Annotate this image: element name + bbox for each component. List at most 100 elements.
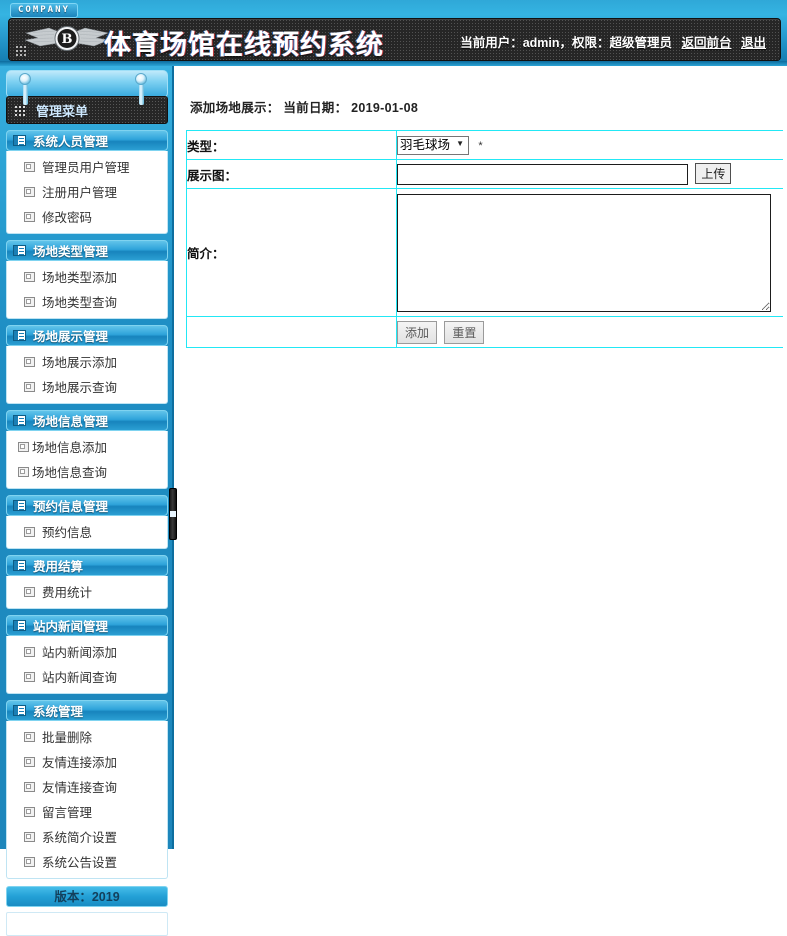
menu-groups: 系统人员管理管理员用户管理 注册用户管理修改密码场地类型管理场地类型添加 场地类型查… (6, 130, 168, 879)
logout-link[interactable]: 退出 (741, 36, 766, 50)
menu-group-items: 预约信息 (6, 516, 168, 549)
sidebar-item-label: 友情连接添加 (42, 756, 118, 770)
rivet-right-icon (135, 73, 147, 105)
sidebar-item[interactable]: 批量删除 (7, 724, 167, 749)
menu-group-header-0[interactable]: 系统人员管理 (6, 130, 168, 151)
menu-topbar (6, 70, 168, 105)
type-field-cell: 羽毛球场 * (396, 130, 783, 160)
sidebar-item-label: 站内新闻添加 (42, 646, 118, 660)
sidebar-item[interactable]: 场地类型添加 (7, 264, 167, 289)
menu-group: 场地信息管理场地信息添加场地信息查询 (6, 410, 168, 489)
sidebar-item[interactable]: 场地类型查询 (7, 289, 167, 314)
menu-group-header-5[interactable]: 费用结算 (6, 555, 168, 576)
actions-empty-cell (186, 316, 397, 348)
sidebar-item-label: 场地类型添加 (42, 271, 118, 285)
user-info-bar: 当前用户：admin，权限：超级管理员 返回前台 退出 (460, 32, 766, 51)
sidebar-item[interactable]: 留言管理 (7, 799, 167, 824)
intro-textarea[interactable] (397, 194, 771, 312)
sidebar-item[interactable]: 友情连接添加 (7, 749, 167, 774)
menu-group-header-3[interactable]: 场地信息管理 (6, 410, 168, 431)
window-copy-icon (24, 356, 35, 367)
menu-group-label: 预约信息管理 (33, 500, 109, 514)
sidebar-item-label: 场地信息查询 (32, 466, 108, 480)
panel-icon (13, 330, 26, 341)
sidebar-item-label: 批量删除 (42, 731, 93, 745)
sidebar-item[interactable]: 注册用户管理 (7, 179, 167, 204)
type-select-wrap: 羽毛球场 (397, 135, 469, 155)
window-copy-icon (24, 211, 35, 222)
window-copy-icon (24, 271, 35, 282)
window-copy-icon (24, 731, 35, 742)
grid-icon (14, 104, 27, 116)
sidebar-item[interactable]: 场地展示添加 (7, 349, 167, 374)
menu-group: 系统管理批量删除友情连接添加友情连接查询留言管理系统简介设置系统公告设置 (6, 700, 168, 879)
company-tag: COMPANY (10, 3, 78, 18)
intro-field-cell (396, 188, 783, 317)
sidebar-item[interactable]: 管理员用户管理 (7, 154, 167, 179)
sidebar-item[interactable]: 预约信息 (7, 519, 167, 544)
sidebar-item-label: 场地类型查询 (42, 296, 118, 310)
sidebar-item-label: 修改密码 (42, 211, 93, 225)
upload-button[interactable]: 上传 (695, 163, 732, 185)
intro-label: 简介： (186, 188, 397, 317)
window-copy-icon (24, 756, 35, 767)
sidebar-item[interactable]: 站内新闻查询 (7, 664, 167, 689)
version-bar: 版本：2019 (6, 886, 168, 907)
image-field-cell: 上传 (396, 159, 783, 189)
sidebar-item[interactable]: 费用统计 (7, 579, 167, 604)
window-copy-icon (24, 856, 35, 867)
menu-group-header-1[interactable]: 场地类型管理 (6, 240, 168, 261)
submit-add-button[interactable]: 添加 (397, 320, 438, 344)
sidebar-item-label: 场地展示添加 (42, 356, 118, 370)
reset-button[interactable]: 重置 (444, 320, 485, 344)
panel-icon (13, 620, 26, 631)
form-row-image: 展示图： 上传 (186, 159, 783, 189)
window-copy-icon (24, 646, 35, 657)
sidebar-item[interactable]: 场地展示查询 (7, 374, 167, 399)
current-user-text: 当前用户：admin，权限：超级管理员 (460, 36, 672, 50)
banner-plate: B 体育场馆在线预约系统 当前用户：admin，权限：超级管理员 返回前台 退出 (8, 18, 781, 61)
menu-group: 费用结算费用统计 (6, 555, 168, 609)
logo-letter: B (62, 32, 73, 47)
window-copy-icon (24, 526, 35, 537)
sidebar-item-label: 留言管理 (42, 806, 93, 820)
sidebar-resize-handle[interactable] (169, 488, 177, 540)
menu-group-items: 批量删除友情连接添加友情连接查询留言管理系统简介设置系统公告设置 (6, 721, 168, 879)
sidebar-item[interactable]: 站内新闻添加 (7, 639, 167, 664)
sidebar-item[interactable]: 修改密码 (7, 204, 167, 229)
window-copy-icon (24, 781, 35, 792)
menu-header-label: 管理菜单 (36, 103, 89, 119)
menu-group-label: 费用结算 (33, 560, 84, 574)
main-content: 添加场地展示： 当前日期： 2019-01-08 类型： 羽毛球场 * 展示图： (176, 66, 787, 849)
sidebar-item[interactable]: 场地信息添加 (7, 434, 167, 459)
sidebar-item[interactable]: 系统公告设置 (7, 849, 167, 874)
window-copy-icon (24, 806, 35, 817)
window-copy-icon (24, 381, 35, 392)
image-path-input[interactable] (397, 163, 688, 185)
type-select[interactable]: 羽毛球场 (397, 135, 469, 155)
window-copy-icon (24, 586, 35, 597)
menu-group-header-6[interactable]: 站内新闻管理 (6, 615, 168, 636)
menu-group: 场地展示管理场地展示添加场地展示查询 (6, 325, 168, 404)
menu-group-items: 场地类型添加 场地类型查询 (6, 261, 168, 319)
sidebar-item[interactable]: 场地信息查询 (7, 459, 167, 484)
form-row-type: 类型： 羽毛球场 * (186, 130, 783, 160)
menu-group-items: 场地展示添加场地展示查询 (6, 346, 168, 404)
menu-group: 预约信息管理预约信息 (6, 495, 168, 549)
menu-group-header-4[interactable]: 预约信息管理 (6, 495, 168, 516)
menu-group-items: 管理员用户管理 注册用户管理修改密码 (6, 151, 168, 234)
sidebar-item[interactable]: 友情连接查询 (7, 774, 167, 799)
return-front-link[interactable]: 返回前台 (681, 36, 731, 50)
sidebar-item-label: 系统公告设置 (42, 856, 118, 870)
menu-group-header-7[interactable]: 系统管理 (6, 700, 168, 721)
menu-group-label: 系统管理 (33, 705, 84, 719)
menu-group: 系统人员管理管理员用户管理 注册用户管理修改密码 (6, 130, 168, 234)
menu-group-items: 费用统计 (6, 576, 168, 609)
sidebar: 管理菜单 系统人员管理管理员用户管理 注册用户管理修改密码场地类型管理场地类型添加… (0, 66, 174, 936)
sidebar-item[interactable]: 系统简介设置 (7, 824, 167, 849)
menu-group-label: 场地类型管理 (33, 245, 109, 259)
add-venue-display-form: 类型： 羽毛球场 * 展示图： 上传 简介： (186, 130, 783, 348)
menu-group-header-2[interactable]: 场地展示管理 (6, 325, 168, 346)
sidebar-item-label: 预约信息 (42, 526, 93, 540)
window-copy-icon (24, 161, 35, 172)
